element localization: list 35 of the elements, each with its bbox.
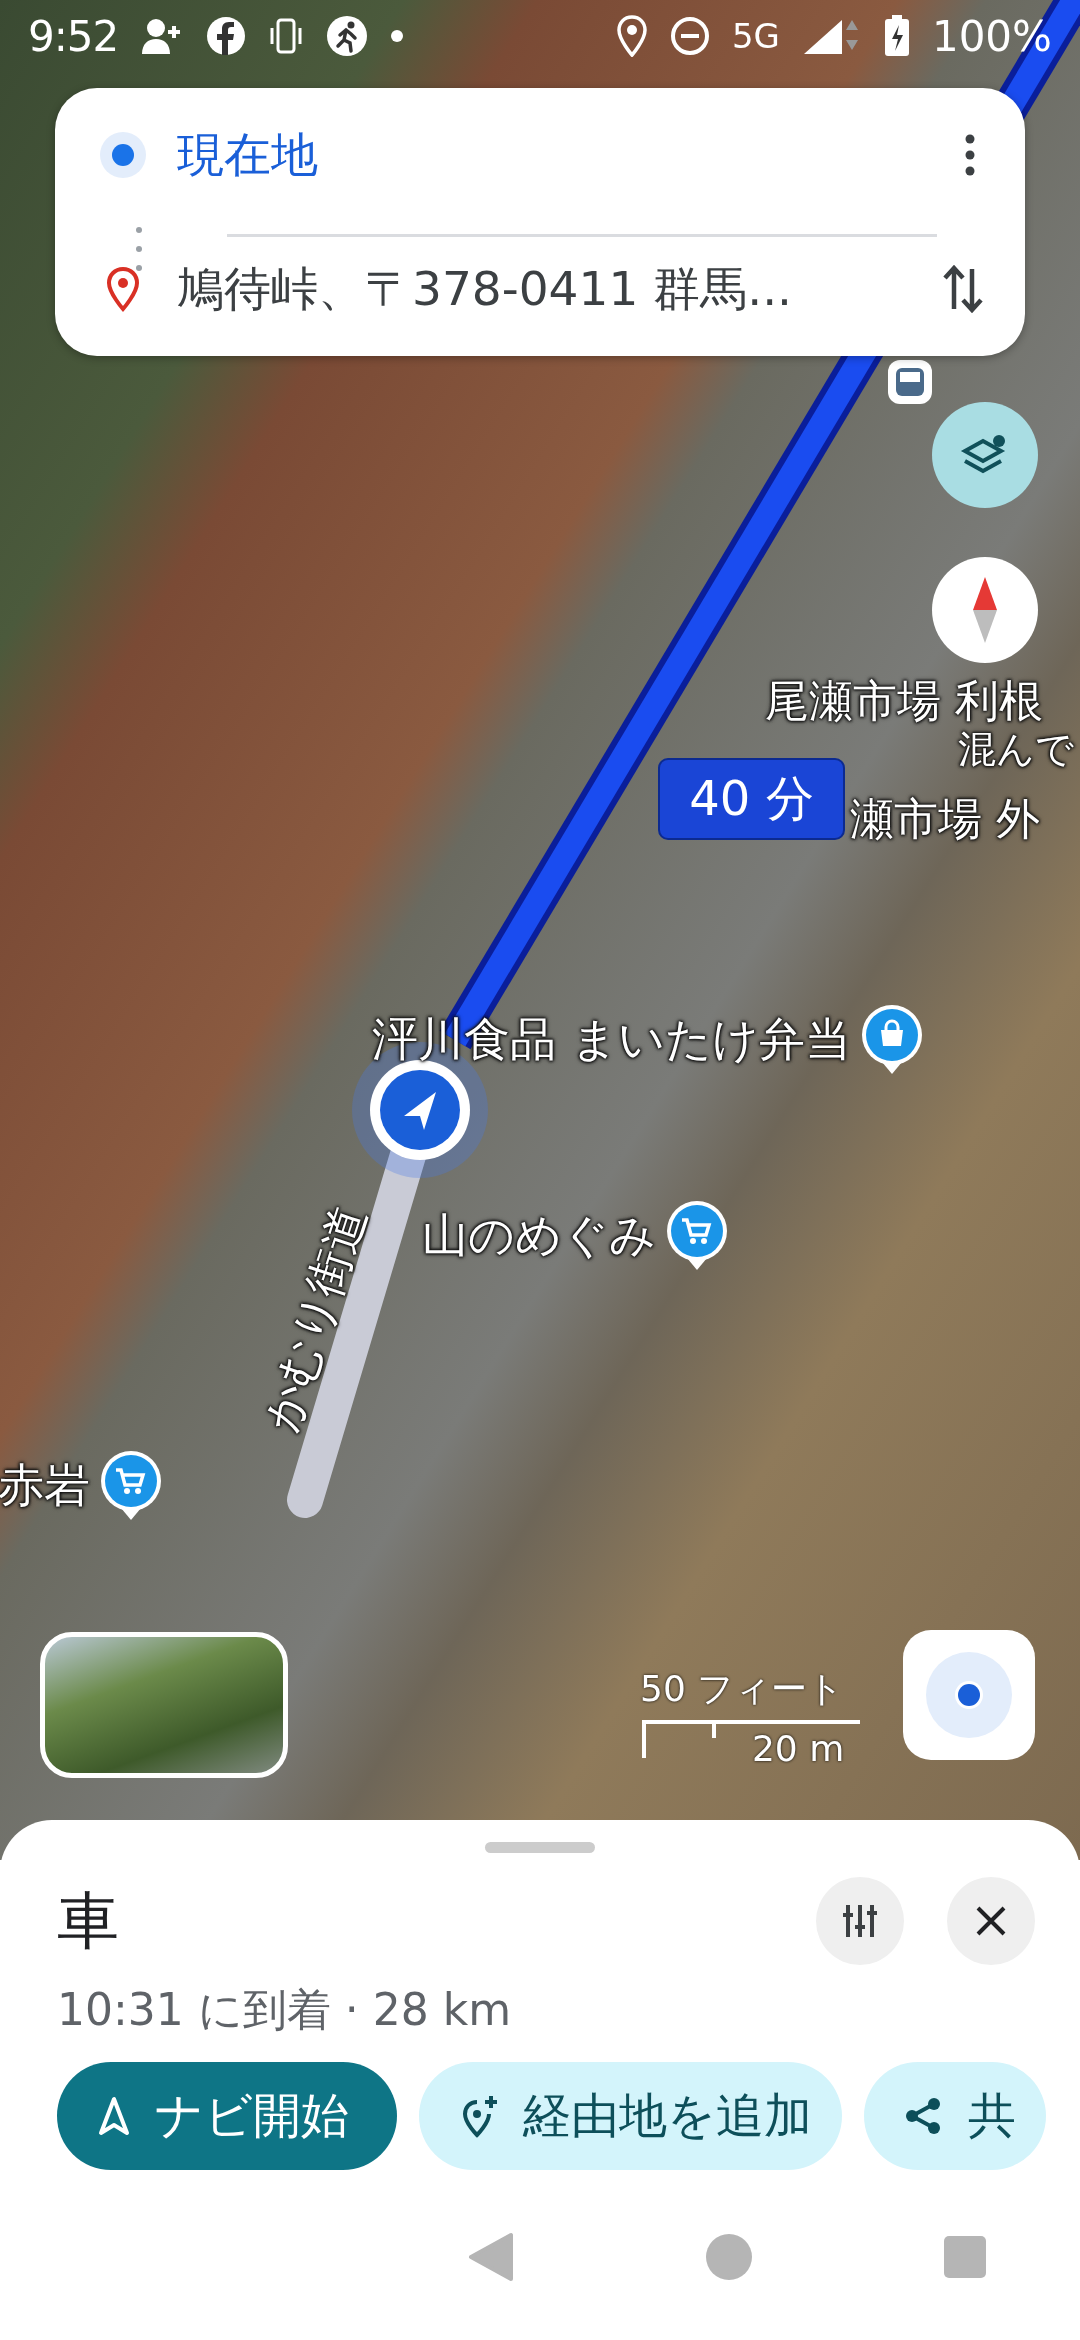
arrival-summary: 10:31 に到着 · 28 km	[57, 1983, 513, 2037]
origin-field[interactable]: 現在地	[177, 123, 925, 187]
my-location-button[interactable]	[903, 1630, 1035, 1760]
destination-field[interactable]: 鳩待峠、〒378-0411 群馬...	[177, 257, 911, 321]
add-stop-button[interactable]: 経由地を追加	[419, 2062, 842, 2170]
network-type: 5G	[731, 16, 780, 56]
scale-imperial: 50 フィート	[640, 1667, 845, 1711]
navigation-icon	[97, 2096, 131, 2136]
shopping-cart-pin-icon	[98, 1450, 164, 1522]
dot-icon	[390, 29, 405, 43]
location-icon	[615, 15, 648, 57]
place-label: 山のめぐみ	[422, 1207, 656, 1264]
start-navigation-button[interactable]: ナビ開始	[57, 2062, 397, 2170]
shopping-cart-pin-icon	[664, 1200, 730, 1272]
route-dots-icon	[135, 225, 143, 273]
compass-icon	[970, 575, 1000, 645]
current-location-dot-icon	[99, 131, 147, 179]
travel-mode-title: 車	[57, 1883, 120, 1959]
share-button[interactable]: 共	[864, 2062, 1046, 2170]
travel-time-badge: 40 分	[658, 758, 845, 840]
drag-handle[interactable]	[485, 1842, 595, 1853]
close-icon	[974, 1904, 1008, 1938]
place-label: 泙川食品 まいたけ弁当	[372, 1011, 851, 1068]
scale-metric: 20 m	[751, 1728, 845, 1769]
place-label: 瀬市場 外	[850, 792, 1040, 846]
do-not-disturb-icon	[669, 16, 710, 56]
battery-charging-icon	[883, 15, 910, 57]
phone-vibrate-icon	[268, 16, 305, 56]
clock-time: 9:52	[28, 11, 119, 61]
location-dot-icon	[925, 1651, 1013, 1739]
bus-stop-icon[interactable]	[888, 360, 932, 404]
place-label: 尾瀬市場 利根	[765, 674, 1043, 728]
busy-note-label: 混んで	[958, 726, 1074, 773]
street-view-thumbnail[interactable]	[40, 1632, 288, 1778]
road-label: かむり街道	[251, 1198, 378, 1440]
